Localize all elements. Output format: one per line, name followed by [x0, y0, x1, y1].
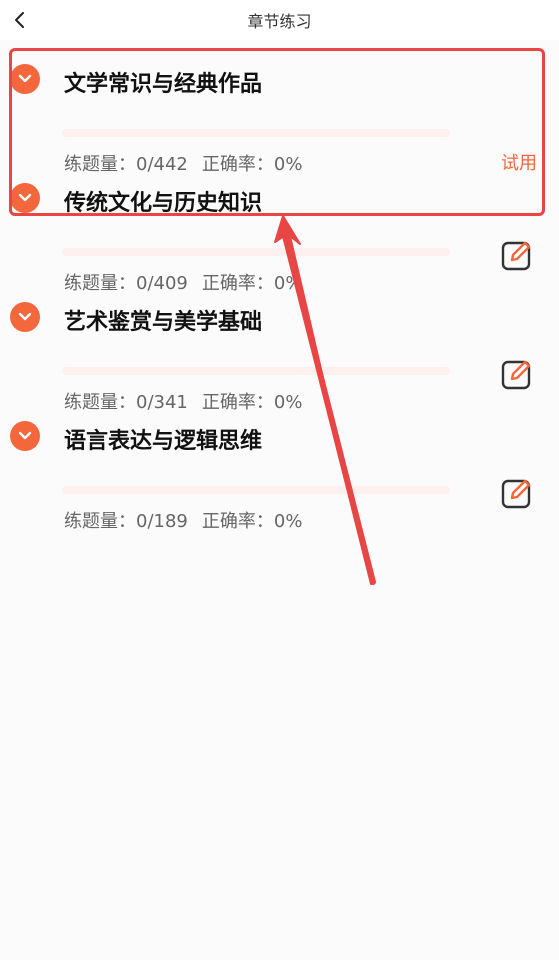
rate-value: 0% [273, 511, 303, 532]
rate-label: 正确率： [201, 511, 274, 532]
progress-bar [62, 367, 450, 375]
edit-icon[interactable] [500, 476, 534, 510]
chapter-item[interactable]: 艺术鉴赏与美学基础 练题量：0/341 正确率：0% [0, 302, 559, 420]
count-value: 0/189 [136, 511, 188, 532]
trial-button[interactable]: 试用 [501, 149, 537, 175]
rate-label: 正确率： [201, 392, 274, 413]
top-bar: 章节练习 [0, 0, 559, 40]
chapter-stats: 练题量：0/341 正确率：0% [64, 388, 302, 414]
chapter-stats: 练题量：0/442 正确率：0% [64, 150, 302, 176]
count-value: 0/341 [136, 392, 188, 413]
count-label: 练题量： [64, 273, 136, 294]
chapter-title: 语言表达与逻辑思维 [64, 429, 263, 454]
chapter-title: 文学常识与经典作品 [64, 72, 263, 97]
progress-bar [62, 486, 450, 494]
rate-value: 0% [273, 273, 303, 294]
count-label: 练题量： [64, 392, 136, 413]
count-value: 0/442 [136, 154, 188, 175]
count-value: 0/409 [136, 273, 188, 294]
count-label: 练题量： [64, 511, 136, 532]
chevron-down-icon [18, 431, 32, 440]
expand-toggle[interactable] [10, 421, 40, 451]
progress-bar [62, 129, 450, 137]
count-label: 练题量： [64, 154, 136, 175]
rate-label: 正确率： [201, 154, 274, 175]
page-title: 章节练习 [247, 12, 312, 31]
chapter-item[interactable]: 文学常识与经典作品 练题量：0/442 正确率：0% 试用 [0, 64, 559, 182]
expand-toggle[interactable] [10, 183, 40, 213]
chapter-stats: 练题量：0/189 正确率：0% [64, 507, 302, 533]
chevron-down-icon [18, 74, 32, 83]
chapter-item[interactable]: 语言表达与逻辑思维 练题量：0/189 正确率：0% [0, 421, 559, 539]
rate-label: 正确率： [201, 273, 274, 294]
edit-icon[interactable] [500, 357, 534, 391]
progress-bar [62, 248, 450, 256]
chapter-item[interactable]: 传统文化与历史知识 练题量：0/409 正确率：0% [0, 183, 559, 301]
edit-icon[interactable] [500, 238, 534, 272]
expand-toggle[interactable] [10, 302, 40, 332]
expand-toggle[interactable] [10, 64, 40, 94]
rate-value: 0% [273, 392, 303, 413]
chapter-stats: 练题量：0/409 正确率：0% [64, 269, 302, 295]
chapter-title: 艺术鉴赏与美学基础 [64, 310, 263, 335]
chevron-down-icon [18, 193, 32, 202]
chapter-title: 传统文化与历史知识 [64, 191, 263, 216]
rate-value: 0% [273, 154, 303, 175]
chevron-down-icon [18, 312, 32, 321]
